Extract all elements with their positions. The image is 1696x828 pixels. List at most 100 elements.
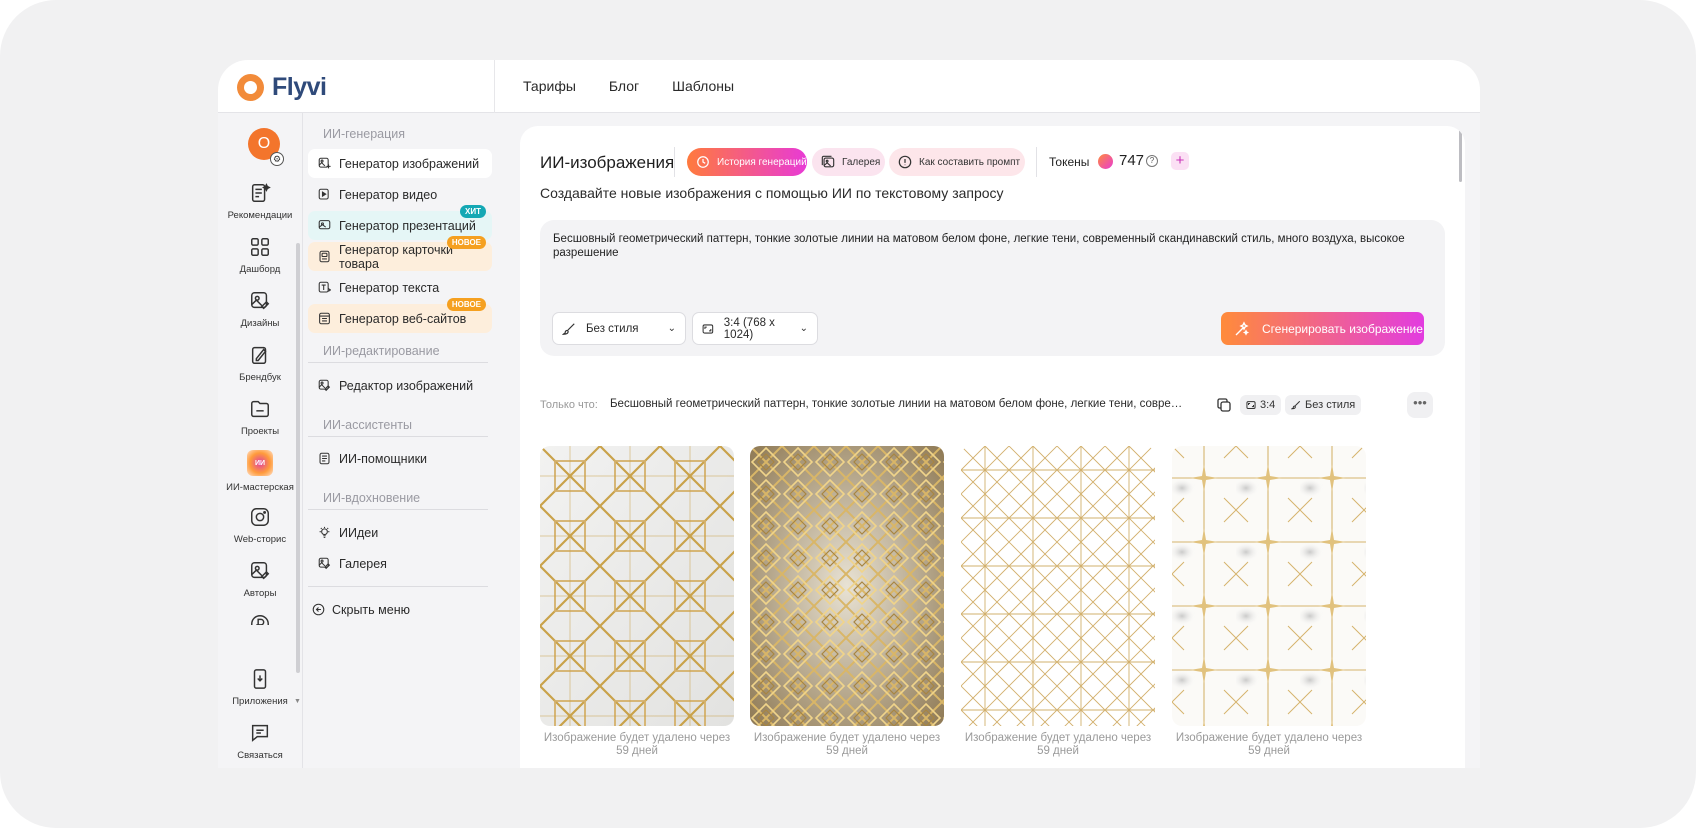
ai-workshop-icon: ИИ: [247, 450, 273, 476]
pattern-image: [540, 446, 734, 726]
menu-item-website-generator[interactable]: Генератор веб-сайтов НОВОЕ: [308, 298, 492, 333]
menu-item-image-generator[interactable]: Генератор изображений: [308, 149, 492, 178]
prompt-box: Бесшовный геометрический паттерн, тонкие…: [540, 220, 1445, 356]
ratio-chip-label: 3:4: [1260, 399, 1276, 411]
help-icon[interactable]: ?: [1146, 155, 1158, 167]
rail-label: Проекты: [240, 426, 280, 437]
rail-item-recommendations[interactable]: Рекомендации: [218, 182, 302, 221]
rail-label: Связаться: [237, 750, 283, 761]
gallery-button[interactable]: Галерея: [812, 148, 885, 176]
logo-text: Flyvi: [272, 73, 327, 101]
result-prompt: Бесшовный геометрический паттерн, тонкие…: [610, 398, 1190, 410]
menu-item-label: Генератор изображений: [339, 156, 480, 171]
section-divider: [308, 436, 488, 437]
aspect-ratio-icon: [702, 323, 714, 334]
image-caption: Изображение будет удалено через 59 дней: [964, 732, 1152, 757]
page-title: ИИ-изображения: [540, 153, 675, 172]
rail-label: Авторы: [243, 588, 277, 599]
menu-item-ideas[interactable]: ИИдеи: [308, 518, 492, 547]
generated-image-2[interactable]: [750, 446, 944, 726]
hide-menu-button[interactable]: Скрыть меню: [306, 595, 490, 624]
rail-item-designs[interactable]: Дизайны: [218, 290, 302, 329]
chevron-down-icon: ⌄: [799, 323, 808, 334]
apps-icon: [253, 669, 267, 689]
image-caption: Изображение будет удалено через 59 дней: [543, 732, 731, 757]
rail-label: Брендбук: [239, 372, 281, 383]
howto-label: Как составить промпт: [919, 156, 1021, 168]
rail-label: Дашборд: [239, 264, 281, 275]
generated-image-4[interactable]: [1172, 446, 1366, 726]
add-tokens-button[interactable]: +: [1171, 152, 1189, 170]
lightbulb-icon: [319, 526, 330, 538]
section-divider: [308, 362, 488, 363]
ruble-icon: [251, 615, 269, 625]
pattern-image: [1172, 446, 1366, 726]
pattern-image: [961, 446, 1155, 726]
arrow-left-circle-icon: [312, 603, 325, 616]
product-card-icon: [319, 250, 330, 263]
gallery-icon: [821, 155, 835, 168]
nav-blog[interactable]: Блог: [609, 78, 639, 94]
rail-item-dashboard[interactable]: Дашборд: [218, 236, 302, 275]
section-divider: [308, 586, 488, 587]
copy-icon[interactable]: [1216, 397, 1232, 413]
rail-item-projects[interactable]: Проекты: [218, 398, 302, 437]
logo-icon: [237, 74, 264, 101]
menu-item-product-card-generator[interactable]: Генератор карточки товара НОВОЕ: [308, 236, 492, 271]
generated-image-1[interactable]: [540, 446, 734, 726]
rail-item-ai-workshop[interactable]: ИИ ИИ-мастерская: [218, 450, 302, 493]
rail-label: Дизайны: [240, 318, 280, 329]
rail-item-web-stories[interactable]: Web-сторис: [218, 506, 302, 545]
section-title-ai-assistants: ИИ-ассистенты: [323, 418, 412, 432]
ratio-select[interactable]: 3:4 (768 x 1024) ⌄: [692, 312, 818, 345]
rail-scrollbar[interactable]: [296, 243, 300, 673]
dashboard-icon: [251, 238, 269, 256]
howto-prompt-button[interactable]: Как составить промпт: [889, 148, 1025, 176]
authors-icon: [251, 562, 270, 580]
gallery-label: Галерея: [842, 156, 881, 168]
history-button[interactable]: История генераций: [687, 148, 807, 176]
main-scrollbar[interactable]: [1459, 130, 1462, 182]
brush-icon: [1291, 400, 1301, 410]
text-icon: [318, 281, 331, 293]
gear-icon[interactable]: ⚙: [270, 152, 284, 166]
title-divider: [674, 147, 675, 177]
section-title-ai-editing: ИИ-редактирование: [323, 344, 440, 358]
recommendations-icon: [251, 183, 271, 202]
generate-label: Сгенерировать изображение: [1262, 321, 1423, 336]
generate-button[interactable]: Сгенерировать изображение: [1221, 312, 1424, 345]
image-icon: [318, 157, 331, 169]
logo[interactable]: Flyvi: [237, 73, 327, 102]
rail-item-authors[interactable]: Авторы: [218, 560, 302, 599]
pill-divider: [1036, 147, 1037, 177]
image-caption: Изображение будет удалено через 59 дней: [1175, 732, 1363, 757]
style-select[interactable]: Без стиля ⌄: [552, 312, 686, 345]
website-icon: [319, 312, 330, 325]
menu-item-gallery[interactable]: Галерея: [308, 549, 492, 578]
menu-item-label: Галерея: [339, 556, 387, 571]
rail-item-apps[interactable]: Приложения: [218, 668, 302, 707]
prompt-input[interactable]: Бесшовный геометрический паттерн, тонкие…: [553, 232, 1433, 260]
section-divider: [308, 509, 488, 510]
rail-label: Приложения: [232, 696, 288, 707]
menu-item-image-editor[interactable]: Редактор изображений: [308, 371, 492, 400]
rail-item-partial[interactable]: [218, 613, 302, 625]
menu-item-label: Генератор презентаций: [339, 218, 476, 233]
magic-wand-icon: [1235, 320, 1250, 336]
rail-label: Web-сторис: [233, 534, 287, 545]
hide-menu-label: Скрыть меню: [332, 602, 410, 617]
menu-item-ai-assistants[interactable]: ИИ-помощники: [308, 444, 492, 473]
rail-item-contact[interactable]: Связаться: [218, 722, 302, 761]
assistant-icon: [319, 452, 330, 465]
web-stories-icon: [251, 508, 269, 526]
nav-templates[interactable]: Шаблоны: [672, 78, 734, 94]
generated-image-3[interactable]: [961, 446, 1155, 726]
nav-pricing[interactable]: Тарифы: [523, 78, 576, 94]
chevron-down-icon: ⌄: [667, 323, 676, 334]
menu-item-label: ИИдеи: [339, 525, 379, 540]
more-options-button[interactable]: •••: [1407, 392, 1433, 418]
rail-item-brandbook[interactable]: Брендбук: [218, 344, 302, 383]
header-divider: [494, 60, 495, 113]
image-caption: Изображение будет удалено через 59 дней: [753, 732, 941, 757]
video-icon: [318, 188, 329, 200]
